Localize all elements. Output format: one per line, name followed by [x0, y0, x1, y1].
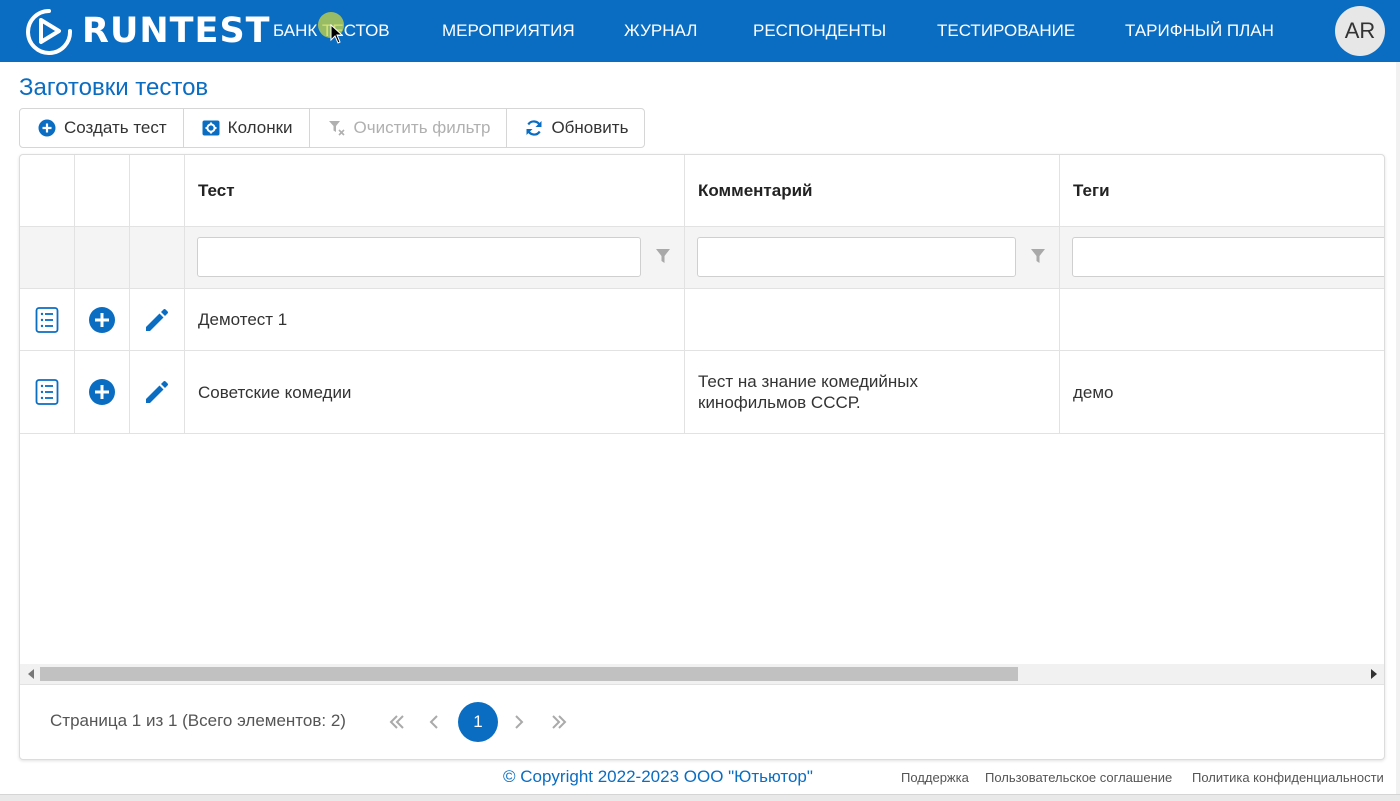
table-row: Демотест 1: [20, 289, 1384, 351]
top-navbar: RUNTEST Банк тестов Мероприятия Журнал Р…: [0, 0, 1400, 62]
current-page-button[interactable]: 1: [458, 702, 498, 742]
filter-cell-test: [185, 227, 685, 288]
toolbar: Создать тест Колонки Очистить фильтр Обн…: [19, 108, 646, 148]
cell-comment: Тест на знание комедийных кинофильмов СС…: [685, 351, 1060, 433]
cell-tags: [1060, 289, 1384, 350]
plus-circle-icon[interactable]: [89, 379, 115, 405]
grid-header-row: Тест Комментарий Теги: [20, 155, 1384, 227]
footer-copyright: © Copyright 2022-2023 ООО "Ютьютор": [503, 767, 813, 786]
comment-filter-input[interactable]: [697, 237, 1016, 277]
pencil-icon[interactable]: [144, 307, 170, 333]
column-header-tags[interactable]: Теги: [1060, 155, 1384, 226]
pager: Страница 1 из 1 (Всего элементов: 2) 1: [20, 684, 1384, 759]
clear-filter-label: Очистить фильтр: [353, 118, 491, 137]
logo-text: RUNTEST: [82, 11, 271, 51]
filter-cell-comment: [685, 227, 1060, 288]
columns-button[interactable]: Колонки: [184, 109, 310, 147]
table-row: Советские комедии Тест на знание комедий…: [20, 351, 1384, 434]
bottom-bar: [0, 794, 1400, 801]
mouse-cursor-icon: [330, 24, 344, 44]
plus-circle-icon[interactable]: [89, 306, 115, 333]
footer-link-support[interactable]: Поддержка: [901, 770, 969, 785]
filter-cell-tags: [1060, 227, 1384, 288]
scrollbar-thumb[interactable]: [40, 667, 1018, 681]
next-page-button[interactable]: [504, 707, 534, 737]
double-chevron-right-icon: [552, 715, 567, 729]
page-scrollbar[interactable]: [1396, 62, 1400, 794]
plus-circle-icon: [38, 119, 56, 137]
row-add-cell[interactable]: [75, 351, 130, 433]
scroll-left-arrow-icon[interactable]: [28, 669, 34, 679]
test-filter-input[interactable]: [197, 237, 641, 277]
cell-test: Демотест 1: [185, 289, 685, 350]
logo[interactable]: RUNTEST: [24, 7, 271, 55]
tags-filter-input[interactable]: [1072, 237, 1384, 277]
filter-icon[interactable]: [1031, 248, 1045, 264]
first-page-button[interactable]: [382, 707, 412, 737]
filter-cell-empty: [75, 227, 130, 288]
pencil-icon[interactable]: [144, 379, 170, 405]
row-edit-cell[interactable]: [130, 351, 185, 433]
clear-filter-icon: [328, 121, 345, 136]
refresh-button[interactable]: Обновить: [507, 109, 644, 147]
filter-cell-empty: [20, 227, 75, 288]
header-cell-icon-1: [20, 155, 75, 226]
scroll-right-arrow-icon[interactable]: [1371, 669, 1377, 679]
nav-respondents[interactable]: Респонденты: [753, 0, 886, 62]
column-header-comment[interactable]: Комментарий: [685, 155, 1060, 226]
row-add-cell[interactable]: [75, 289, 130, 350]
refresh-icon: [526, 120, 542, 136]
refresh-label: Обновить: [551, 118, 629, 137]
filter-row: [20, 227, 1384, 289]
horizontal-scrollbar[interactable]: [20, 664, 1384, 684]
chevron-right-icon: [515, 715, 524, 729]
tests-grid: Тест Комментарий Теги Демотест 1 Советск…: [19, 154, 1385, 760]
column-header-test[interactable]: Тест: [185, 155, 685, 226]
header-cell-icon-3: [130, 155, 185, 226]
pager-info: Страница 1 из 1 (Всего элементов: 2): [50, 711, 346, 730]
page-title: Заготовки тестов: [19, 74, 209, 101]
nav-testing[interactable]: Тестирование: [937, 0, 1075, 62]
create-test-label: Создать тест: [64, 118, 167, 137]
last-page-button[interactable]: [544, 707, 574, 737]
nav-events[interactable]: Мероприятия: [442, 0, 575, 62]
nav-journal[interactable]: Журнал: [624, 0, 697, 62]
nav-tariff-plan[interactable]: Тарифный план: [1125, 0, 1274, 62]
row-details-cell[interactable]: [20, 351, 75, 433]
footer-link-privacy-policy[interactable]: Политика конфиденциальности: [1192, 770, 1384, 785]
footer-link-user-agreement[interactable]: Пользовательское соглашение: [985, 770, 1172, 785]
row-details-cell[interactable]: [20, 289, 75, 350]
filter-cell-empty: [130, 227, 185, 288]
list-icon[interactable]: [34, 379, 60, 405]
prev-page-button[interactable]: [419, 707, 449, 737]
cell-test: Советские комедии: [185, 351, 685, 433]
row-edit-cell[interactable]: [130, 289, 185, 350]
user-avatar[interactable]: AR: [1335, 6, 1385, 56]
columns-label: Колонки: [227, 118, 293, 137]
clear-filter-button[interactable]: Очистить фильтр: [310, 109, 508, 147]
create-test-button[interactable]: Создать тест: [20, 109, 184, 147]
header-cell-icon-2: [75, 155, 130, 226]
chevron-left-icon: [429, 715, 438, 729]
columns-settings-icon: [202, 120, 220, 136]
double-chevron-left-icon: [389, 715, 404, 729]
list-icon[interactable]: [34, 306, 60, 333]
runtest-logo-icon: [26, 9, 73, 55]
filter-icon[interactable]: [656, 248, 670, 264]
cell-tags: демо: [1073, 382, 1114, 402]
cell-comment: [685, 289, 1060, 350]
